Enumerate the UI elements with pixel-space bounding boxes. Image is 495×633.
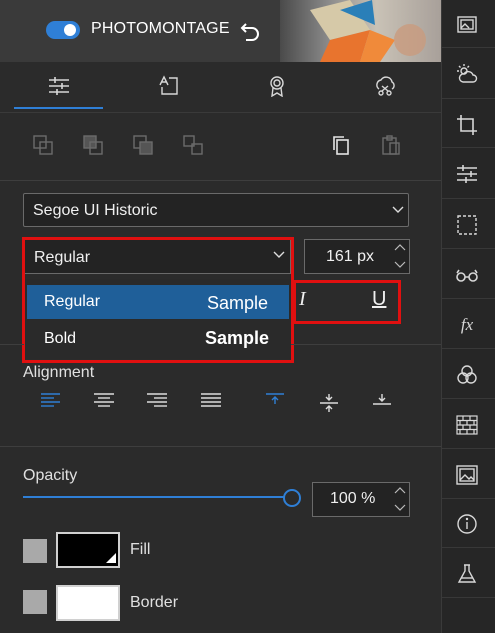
toolbar-divider [442, 398, 495, 399]
app-title: PHOTOMONTAGE [91, 20, 230, 37]
weather-icon[interactable] [453, 60, 481, 88]
info-icon[interactable] [453, 510, 481, 538]
section-divider [0, 446, 441, 447]
subtract-shapes-button[interactable] [78, 130, 108, 160]
header-photo [280, 0, 441, 62]
stepper-up-icon[interactable] [394, 243, 406, 251]
flask-icon[interactable] [453, 560, 481, 588]
stepper-down-icon[interactable] [394, 504, 406, 512]
align-justify-button[interactable] [200, 392, 224, 414]
intersect-icon [132, 134, 154, 156]
section-divider [0, 344, 24, 345]
cloud-scissors-icon [373, 75, 397, 97]
tab-badge[interactable] [232, 62, 322, 110]
toolbar-divider [442, 298, 495, 299]
opacity-slider-handle[interactable] [283, 489, 301, 507]
exclude-icon [182, 134, 204, 156]
merge-icon [32, 134, 54, 156]
selection-icon[interactable] [453, 211, 481, 239]
chevron-down-icon [392, 206, 404, 214]
merge-shapes-button[interactable] [28, 130, 58, 160]
brick-wall-icon[interactable] [453, 411, 481, 439]
text-frame-icon [157, 75, 181, 97]
align-top-icon [264, 392, 288, 410]
toolbar-divider [442, 198, 495, 199]
paste-icon [380, 134, 402, 156]
tab-text[interactable] [124, 62, 214, 110]
opacity-label: Opacity [23, 467, 78, 484]
subtract-icon [82, 134, 104, 156]
align-middle-button[interactable] [318, 392, 342, 414]
toolbar-divider [442, 47, 495, 48]
align-bottom-button[interactable] [371, 392, 395, 414]
align-right-button[interactable] [146, 392, 170, 414]
toolbar-divider [442, 498, 495, 499]
fx-icon[interactable]: fx [453, 311, 481, 339]
border-color-swatch[interactable] [56, 585, 120, 621]
highlight-box [293, 280, 401, 324]
sliders-icon [47, 75, 71, 97]
border-label: Border [130, 594, 179, 611]
award-icon [265, 75, 289, 97]
tab-clipart[interactable] [340, 62, 430, 110]
section-divider [0, 180, 441, 181]
align-right-icon [146, 392, 170, 410]
align-center-icon [93, 392, 117, 410]
copy-icon [330, 134, 352, 156]
toolbar-divider [442, 98, 495, 99]
fill-checkbox[interactable] [23, 539, 47, 563]
tab-adjustments[interactable] [14, 62, 104, 110]
stepper-down-icon[interactable] [394, 261, 406, 269]
crop-icon[interactable] [453, 111, 481, 139]
font-size-value: 161 px [326, 248, 375, 265]
tab-selected-indicator [14, 107, 103, 109]
align-bottom-icon [371, 392, 395, 410]
gallery-icon[interactable] [453, 11, 481, 39]
copy-button[interactable] [326, 130, 356, 160]
font-family-value: Segoe UI Historic [33, 202, 158, 219]
alignment-label: Alignment [23, 364, 95, 381]
opacity-value: 100 % [330, 490, 376, 507]
sliders-icon[interactable] [453, 160, 481, 188]
align-middle-icon [318, 392, 342, 414]
fill-label: Fill [130, 541, 151, 558]
highlight-box [22, 237, 294, 363]
exclude-shapes-button[interactable] [178, 130, 208, 160]
toolbar-divider [442, 597, 495, 598]
align-left-icon [40, 392, 64, 410]
glasses-icon[interactable] [453, 262, 481, 290]
opacity-slider-track[interactable] [23, 496, 285, 498]
stepper-up-icon[interactable] [394, 486, 406, 494]
toolbar-divider [442, 348, 495, 349]
align-justify-icon [200, 392, 224, 410]
align-left-button[interactable] [40, 392, 64, 414]
color-circles-icon[interactable] [453, 361, 481, 389]
toolbar-divider [442, 547, 495, 548]
toolbar-divider [442, 147, 495, 148]
section-divider [291, 344, 441, 345]
toolbar-divider [442, 248, 495, 249]
paste-button[interactable] [376, 130, 406, 160]
border-checkbox[interactable] [23, 590, 47, 614]
corner-triangle-icon [106, 553, 116, 563]
toolbar-divider [442, 448, 495, 449]
toggle-knob [64, 24, 76, 36]
intersect-shapes-button[interactable] [128, 130, 158, 160]
align-top-button[interactable] [264, 392, 288, 414]
image-icon[interactable] [453, 461, 481, 489]
align-center-button[interactable] [93, 392, 117, 414]
undo-icon[interactable] [240, 20, 262, 42]
